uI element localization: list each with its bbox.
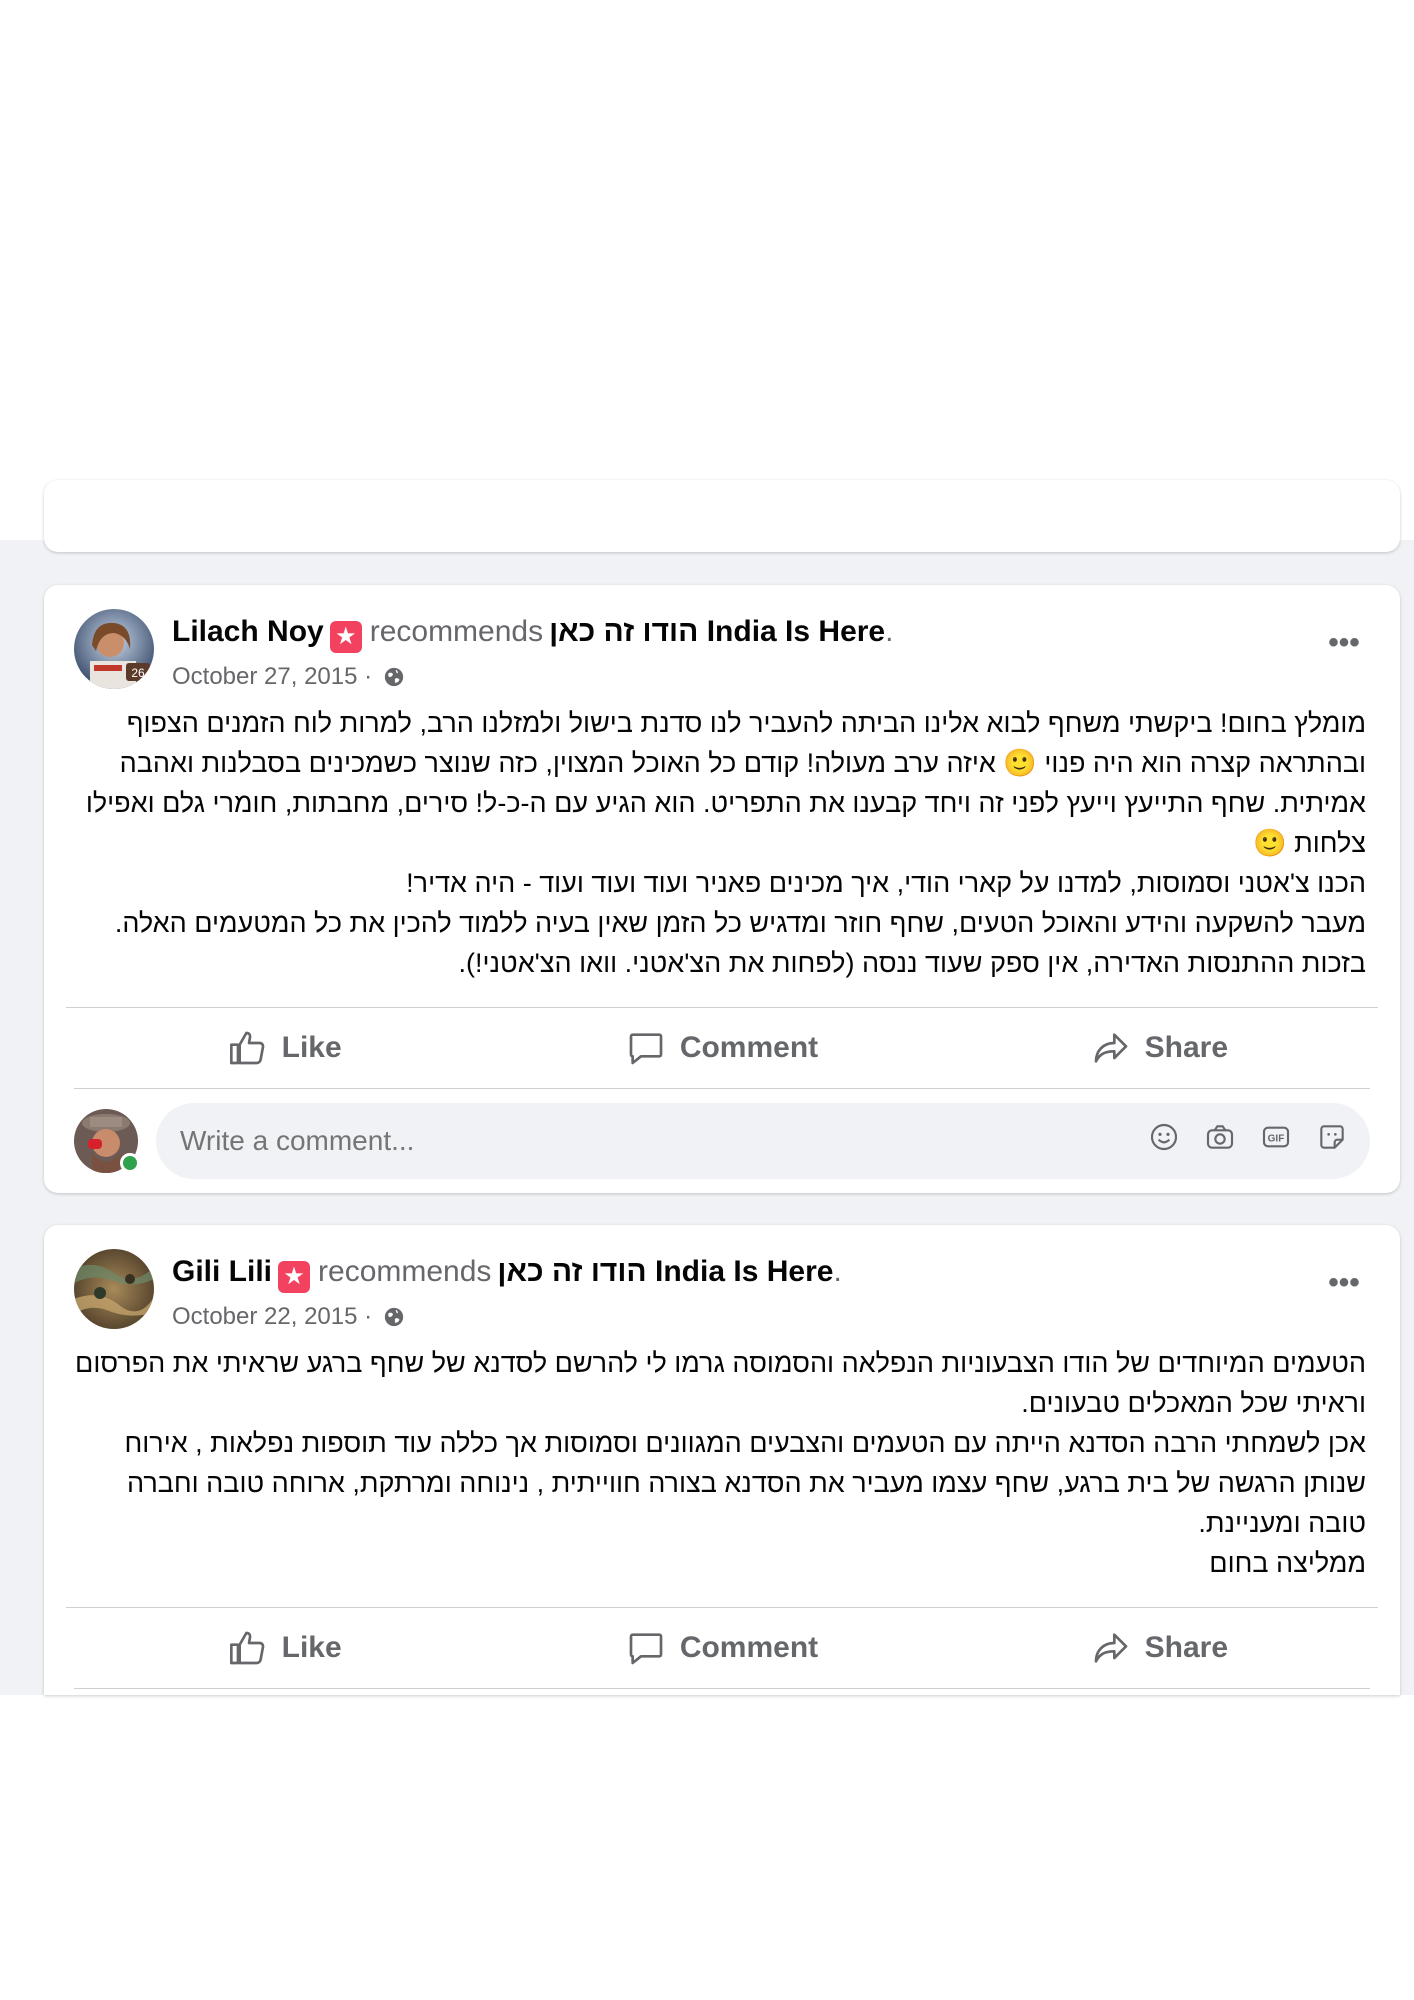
share-icon (1094, 1033, 1127, 1063)
globe-icon (384, 667, 403, 687)
recommends-label: recommends (318, 1255, 492, 1288)
gif-icon[interactable]: GIF (1260, 1121, 1292, 1153)
post-paragraph: אכן לשמחתי הרבה הסדנא הייתה עם הטעמים וה… (124, 1428, 1367, 1538)
title-period: . (833, 1255, 842, 1288)
comment-tools: GIF (1148, 1121, 1348, 1153)
current-user-avatar[interactable] (74, 1109, 140, 1173)
divider (66, 1607, 1378, 1608)
post-paragraph: מעבר להשקעה והידע והאוכל הטעים, שחף חוזר… (114, 908, 1366, 978)
divider (74, 1088, 1370, 1089)
comment-button[interactable]: Comment (503, 1009, 940, 1087)
sticker-icon[interactable] (1316, 1121, 1348, 1153)
post-date[interactable]: October 27, 2015 · (172, 663, 405, 691)
post-card: 26 Lilach Noy ★ recommends הודו זה כאן Indi… (44, 585, 1400, 1193)
post-body: הטעמים המיוחדים של הודו הצבעוניות הנפלאה… (74, 1343, 1366, 1583)
like-button[interactable]: Like (66, 1009, 503, 1087)
share-label: Share (1144, 1631, 1229, 1664)
post-title-line: Lilach Noy ★ recommends הודו זה כאן India I… (172, 615, 893, 653)
comment-icon (629, 1033, 663, 1065)
author-name[interactable]: Lilach Noy (172, 615, 324, 648)
post-paragraph: הכנו צ'אטני וסמוסות, למדנו על קארי הודי,… (406, 868, 1366, 898)
more-icon[interactable]: ••• (1318, 623, 1370, 675)
share-button[interactable]: Share (941, 1609, 1378, 1687)
share-label: Share (1144, 1031, 1229, 1064)
divider (66, 1007, 1378, 1008)
date-text[interactable]: October 27, 2015 · (172, 663, 372, 690)
camera-icon[interactable] (1204, 1121, 1236, 1153)
like-label: Like (281, 1631, 342, 1664)
emoji-icon[interactable] (1148, 1121, 1180, 1153)
post-date[interactable]: October 22, 2015 · (172, 1303, 405, 1331)
like-button[interactable]: Like (66, 1609, 503, 1687)
more-icon[interactable]: ••• (1318, 1263, 1370, 1315)
recommends-label: recommends (369, 615, 544, 648)
page-name-link[interactable]: הודו זה כאן India Is Here (497, 1255, 833, 1288)
avatar[interactable]: 26 (74, 609, 154, 689)
svg-text:GIF: GIF (1268, 1134, 1285, 1145)
page-name-link[interactable]: הודו זה כאן India Is Here (549, 615, 885, 648)
like-label: Like (281, 1031, 342, 1064)
post-header: 26 Lilach Noy ★ recommends הודו זה כאן Indi… (74, 609, 1370, 699)
comment-label: Comment (679, 1031, 819, 1064)
post-actions: Like Comment Share (66, 1609, 1378, 1687)
comment-button[interactable]: Comment (503, 1609, 940, 1687)
author-name[interactable]: Gili Lili (172, 1255, 272, 1288)
profile-photo: 26 (74, 609, 154, 689)
recommend-badge-icon: ★ (278, 1261, 311, 1293)
share-icon (1094, 1633, 1127, 1663)
comment-label: Comment (679, 1631, 819, 1664)
divider (74, 1688, 1370, 1689)
like-icon (229, 1031, 264, 1065)
post-header: Gili Lili ★ recommends הודו זה כאן India Is… (74, 1249, 1370, 1339)
recommend-badge-icon: ★ (329, 621, 362, 653)
avatar[interactable] (74, 1249, 154, 1329)
share-button[interactable]: Share (941, 1009, 1378, 1087)
profile-photo (74, 1249, 154, 1329)
previous-post-card (44, 480, 1400, 552)
post-card: Gili Lili ★ recommends הודו זה כאן India Is… (44, 1225, 1400, 1695)
post-body: מומלץ בחום! ביקשתי משחף לבוא אלינו הביתה… (74, 703, 1366, 983)
post-actions: Like Comment Share (66, 1009, 1378, 1087)
post-paragraph: ממליצה בחום (1209, 1548, 1366, 1578)
post-paragraph: הטעמים המיוחדים של הודו הצבעוניות הנפלאה… (75, 1348, 1366, 1418)
post-paragraph: מומלץ בחום! ביקשתי משחף לבוא אלינו הביתה… (85, 708, 1366, 858)
date-text[interactable]: October 22, 2015 · (172, 1303, 372, 1330)
online-status-dot (120, 1153, 140, 1173)
title-period: . (885, 615, 894, 648)
post-title-line: Gili Lili ★ recommends הודו זה כאן India Is… (172, 1255, 842, 1293)
like-icon (229, 1631, 264, 1665)
globe-icon (384, 1307, 403, 1327)
comment-composer: GIF (74, 1103, 1370, 1179)
comment-icon (629, 1633, 663, 1665)
avatar-badge: 26 (131, 666, 145, 680)
